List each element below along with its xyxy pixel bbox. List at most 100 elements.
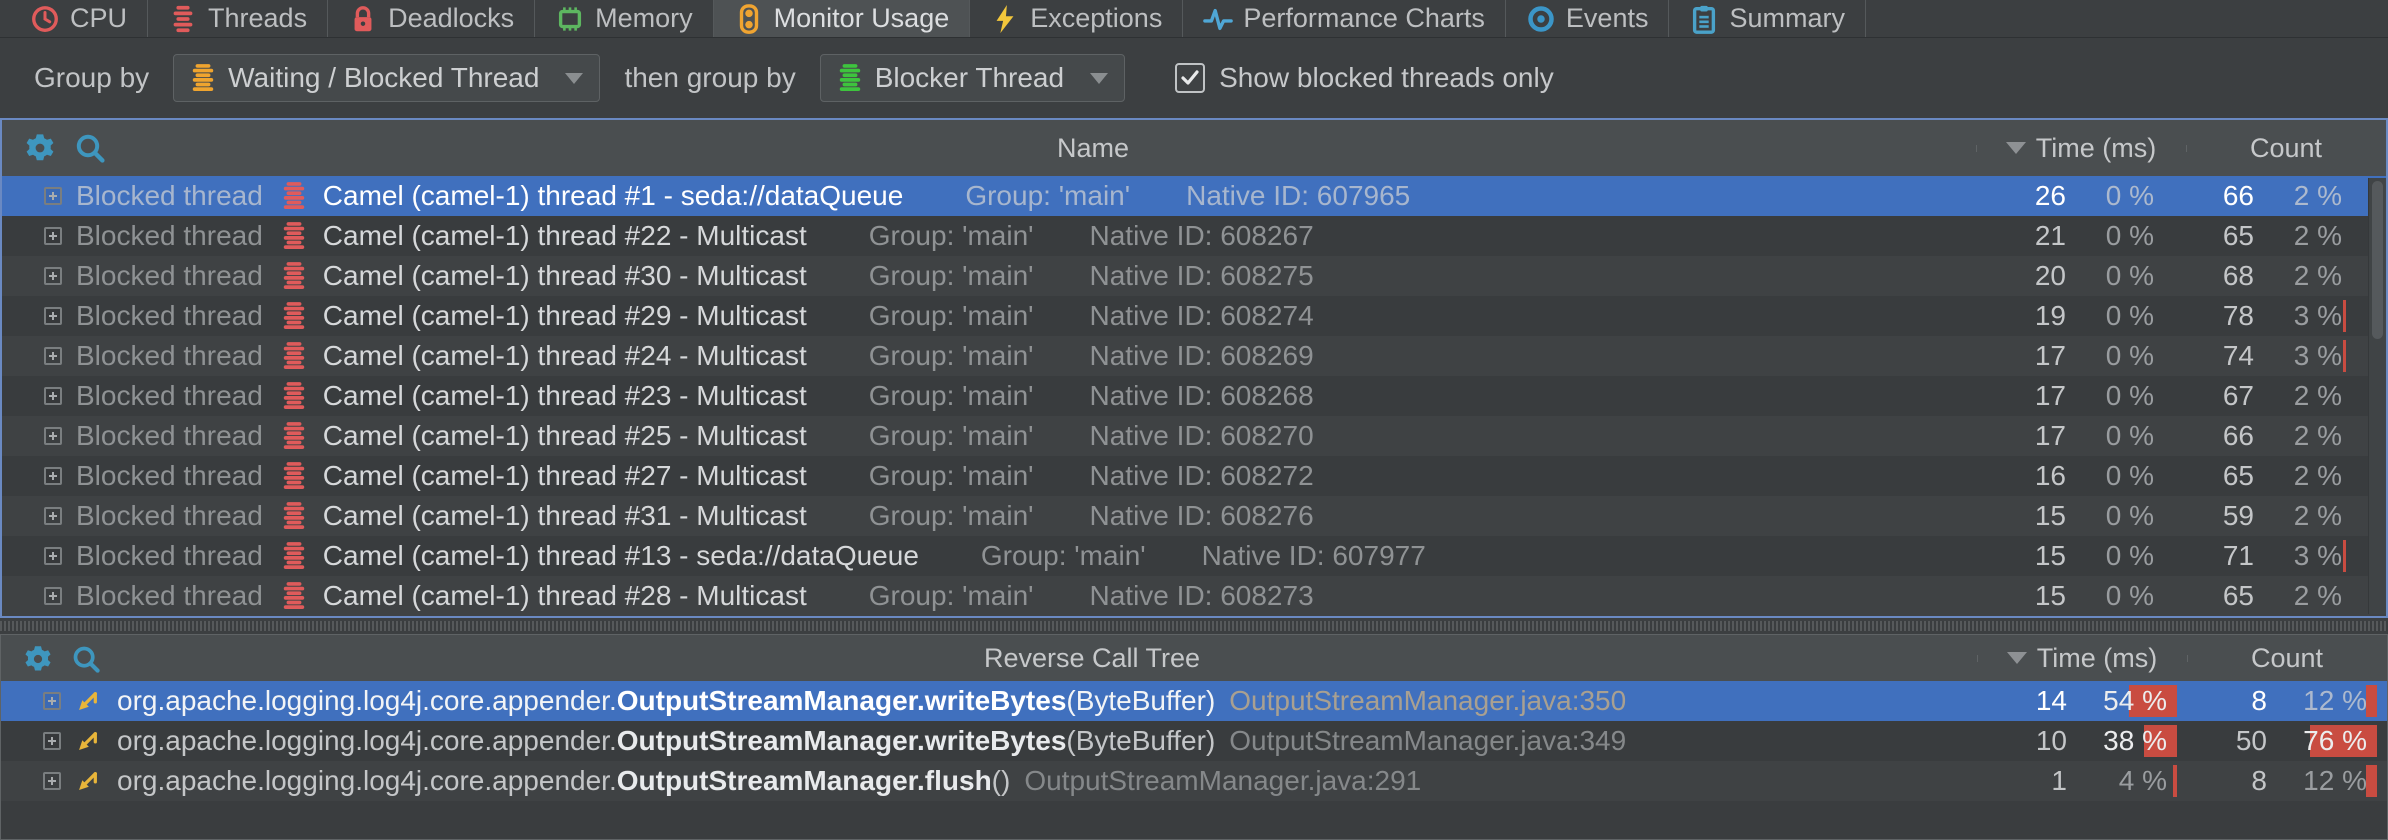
expand-icon[interactable] xyxy=(44,547,62,565)
blocked-thread-row[interactable]: Blocked thread Camel (camel-1) thread #2… xyxy=(2,336,2386,376)
expand-icon[interactable] xyxy=(44,467,62,485)
tab-label: Exceptions xyxy=(1030,3,1162,34)
expand-icon[interactable] xyxy=(44,587,62,605)
tab-monitor-usage[interactable]: Monitor Usage xyxy=(714,0,971,37)
thread-name: Camel (camel-1) thread #23 - Multicast xyxy=(323,380,807,412)
column-header-name[interactable]: Name xyxy=(2,133,2184,164)
tab-cpu[interactable]: CPU xyxy=(10,0,148,37)
expand-icon[interactable] xyxy=(44,427,62,445)
method-name: OutputStreamManager.flush xyxy=(617,765,992,796)
count-percent: 2 % xyxy=(2254,380,2386,412)
thread-name: Camel (camel-1) thread #25 - Multicast xyxy=(323,420,807,452)
method-name: OutputStreamManager.writeBytes xyxy=(617,685,1067,716)
blocked-thread-row[interactable]: Blocked thread Camel (camel-1) thread #2… xyxy=(2,576,2386,616)
then-group-by-dropdown[interactable]: Blocker Thread xyxy=(820,54,1125,102)
tab-summary[interactable]: Summary xyxy=(1669,0,1866,37)
tab-bar: CPU Threads Deadlocks Memory Monitor Usa… xyxy=(0,0,2388,38)
time-percent: 0 % xyxy=(2066,180,2186,212)
tab-label: CPU xyxy=(70,3,127,34)
tab-events[interactable]: Events xyxy=(1506,0,1670,37)
expand-icon[interactable] xyxy=(44,507,62,525)
search-icon[interactable] xyxy=(71,643,101,673)
blocked-thread-row[interactable]: Blocked thread Camel (camel-1) thread #2… xyxy=(2,416,2386,456)
percent-bar xyxy=(2343,540,2346,572)
thread-native-id: Native ID: 608268 xyxy=(1090,380,1314,412)
call-tree-row[interactable]: org.apache.logging.log4j.core.appender.O… xyxy=(1,761,2387,801)
blocked-thread-row[interactable]: Blocked thread Camel (camel-1) thread #3… xyxy=(2,256,2386,296)
tab-deadlocks[interactable]: Deadlocks xyxy=(328,0,535,37)
expand-icon[interactable] xyxy=(44,267,62,285)
count-cell: 65 2 % xyxy=(2186,580,2386,612)
call-tree-row[interactable]: org.apache.logging.log4j.core.appender.O… xyxy=(1,681,2387,721)
sort-descending-icon xyxy=(2007,652,2027,664)
thread-state-label: Blocked thread xyxy=(76,180,263,212)
tab-memory[interactable]: Memory xyxy=(535,0,714,37)
count-value: 68 xyxy=(2186,260,2254,292)
show-blocked-threads-only-checkbox[interactable]: Show blocked threads only xyxy=(1175,62,1554,94)
expand-icon[interactable] xyxy=(44,307,62,325)
count-value: 78 xyxy=(2186,300,2254,332)
count-cell: 59 2 % xyxy=(2186,500,2386,532)
search-icon[interactable] xyxy=(74,132,106,164)
blocked-thread-row[interactable]: Blocked thread Camel (camel-1) thread #1… xyxy=(2,536,2386,576)
expand-icon[interactable] xyxy=(43,732,61,750)
call-tree-title: Reverse Call Tree xyxy=(1,643,2183,674)
blocked-thread-row[interactable]: Blocked thread Camel (camel-1) thread #2… xyxy=(2,296,2386,336)
blocked-thread-row[interactable]: Blocked thread Camel (camel-1) thread #2… xyxy=(2,376,2386,416)
gear-icon[interactable] xyxy=(23,643,53,673)
tab-exceptions[interactable]: Exceptions xyxy=(970,0,1183,37)
file-reference: OutputStreamManager.java:349 xyxy=(1229,725,1626,756)
expand-icon[interactable] xyxy=(44,227,62,245)
thread-native-id: Native ID: 608267 xyxy=(1090,220,1314,252)
count-cell: 66 2 % xyxy=(2186,420,2386,452)
column-header-count[interactable]: Count xyxy=(2186,133,2386,164)
thread-group: Group: 'main' xyxy=(869,460,1034,492)
tab-threads[interactable]: Threads xyxy=(148,0,328,37)
package-name: org.apache.logging.log4j.core.appender. xyxy=(117,685,617,716)
thread-group: Group: 'main' xyxy=(869,580,1034,612)
method-name: OutputStreamManager.writeBytes xyxy=(617,725,1067,756)
pulse-icon xyxy=(1203,4,1233,34)
column-header-count[interactable]: Count xyxy=(2187,643,2387,674)
time-value: 17 xyxy=(1976,420,2066,452)
count-value: 65 xyxy=(2186,580,2254,612)
tab-label: Summary xyxy=(1729,3,1845,34)
expand-icon[interactable] xyxy=(44,347,62,365)
count-percent: 2 % xyxy=(2254,260,2386,292)
method-arrow-icon xyxy=(75,726,101,756)
time-cell: 15 0 % xyxy=(1976,540,2186,572)
time-cell: 17 0 % xyxy=(1976,380,2186,412)
thread-name: Camel (camel-1) thread #28 - Multicast xyxy=(323,580,807,612)
time-percent: 0 % xyxy=(2066,380,2186,412)
expand-icon[interactable] xyxy=(44,387,62,405)
expand-icon[interactable] xyxy=(43,772,61,790)
thread-group: Group: 'main' xyxy=(869,500,1034,532)
scrollbar-thumb[interactable] xyxy=(2372,181,2383,339)
count-percent: 2 % xyxy=(2254,500,2386,532)
vertical-scrollbar[interactable] xyxy=(2368,178,2386,614)
column-header-time[interactable]: Time (ms) xyxy=(1976,133,2186,164)
thread-native-id: Native ID: 608276 xyxy=(1090,500,1314,532)
call-tree-row[interactable]: org.apache.logging.log4j.core.appender.O… xyxy=(1,721,2387,761)
time-percent: 4 % xyxy=(2067,765,2187,797)
blocked-thread-row[interactable]: Blocked thread Camel (camel-1) thread #2… xyxy=(2,216,2386,256)
profiler-window: CPU Threads Deadlocks Memory Monitor Usa… xyxy=(0,0,2388,840)
blocked-thread-row[interactable]: Blocked thread Camel (camel-1) thread #1… xyxy=(2,176,2386,216)
blocked-thread-row[interactable]: Blocked thread Camel (camel-1) thread #3… xyxy=(2,496,2386,536)
time-percent: 0 % xyxy=(2066,500,2186,532)
expand-icon[interactable] xyxy=(44,187,62,205)
time-value: 15 xyxy=(1976,540,2066,572)
column-header-time[interactable]: Time (ms) xyxy=(1977,643,2187,674)
panel-splitter[interactable] xyxy=(0,618,2388,634)
expand-icon[interactable] xyxy=(43,692,61,710)
time-value: 17 xyxy=(1976,340,2066,372)
count-cell: 8 12 % xyxy=(2187,685,2387,717)
blocked-thread-row[interactable]: Blocked thread Camel (camel-1) thread #2… xyxy=(2,456,2386,496)
group-by-dropdown[interactable]: Waiting / Blocked Thread xyxy=(173,54,600,102)
time-cell: 20 0 % xyxy=(1976,260,2186,292)
checkbox-icon xyxy=(1175,63,1205,93)
clipboard-icon xyxy=(1689,4,1719,34)
time-value: 15 xyxy=(1976,580,2066,612)
tab-performance-charts[interactable]: Performance Charts xyxy=(1183,0,1506,37)
gear-icon[interactable] xyxy=(24,132,56,164)
